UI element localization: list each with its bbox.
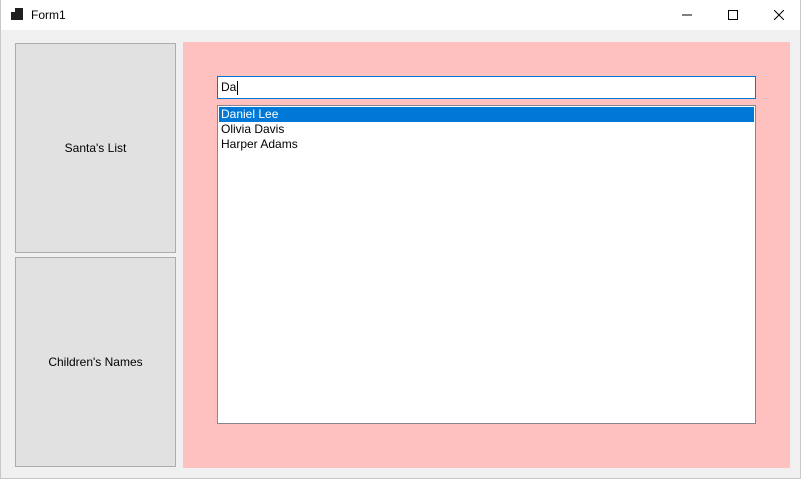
childrens-names-label: Children's Names xyxy=(48,355,143,369)
santas-list-label: Santa's List xyxy=(64,141,127,155)
search-input[interactable]: Da xyxy=(217,76,756,99)
window-title: Form1 xyxy=(31,8,66,22)
maximize-button[interactable] xyxy=(710,0,756,30)
close-button[interactable] xyxy=(756,0,801,30)
content-panel: Da Daniel Lee Olivia Davis Harper Adams xyxy=(183,42,790,468)
list-item-0[interactable]: Daniel Lee xyxy=(219,107,754,122)
maximize-icon xyxy=(728,10,738,20)
minimize-icon xyxy=(682,14,692,16)
title-bar[interactable]: Form1 xyxy=(1,0,800,30)
app-window: Form1 Santa's List Children's Names Da D… xyxy=(0,0,801,479)
search-input-value: Da xyxy=(221,80,237,94)
app-icon xyxy=(11,8,23,20)
close-icon xyxy=(774,10,784,20)
list-item-1[interactable]: Olivia Davis xyxy=(219,122,754,137)
list-item-2[interactable]: Harper Adams xyxy=(219,137,754,152)
childrens-names-button[interactable]: Children's Names xyxy=(15,257,176,467)
santas-list-button[interactable]: Santa's List xyxy=(15,43,176,253)
text-caret xyxy=(237,80,239,95)
names-listbox[interactable]: Daniel Lee Olivia Davis Harper Adams xyxy=(217,105,756,424)
minimize-button[interactable] xyxy=(664,0,710,30)
